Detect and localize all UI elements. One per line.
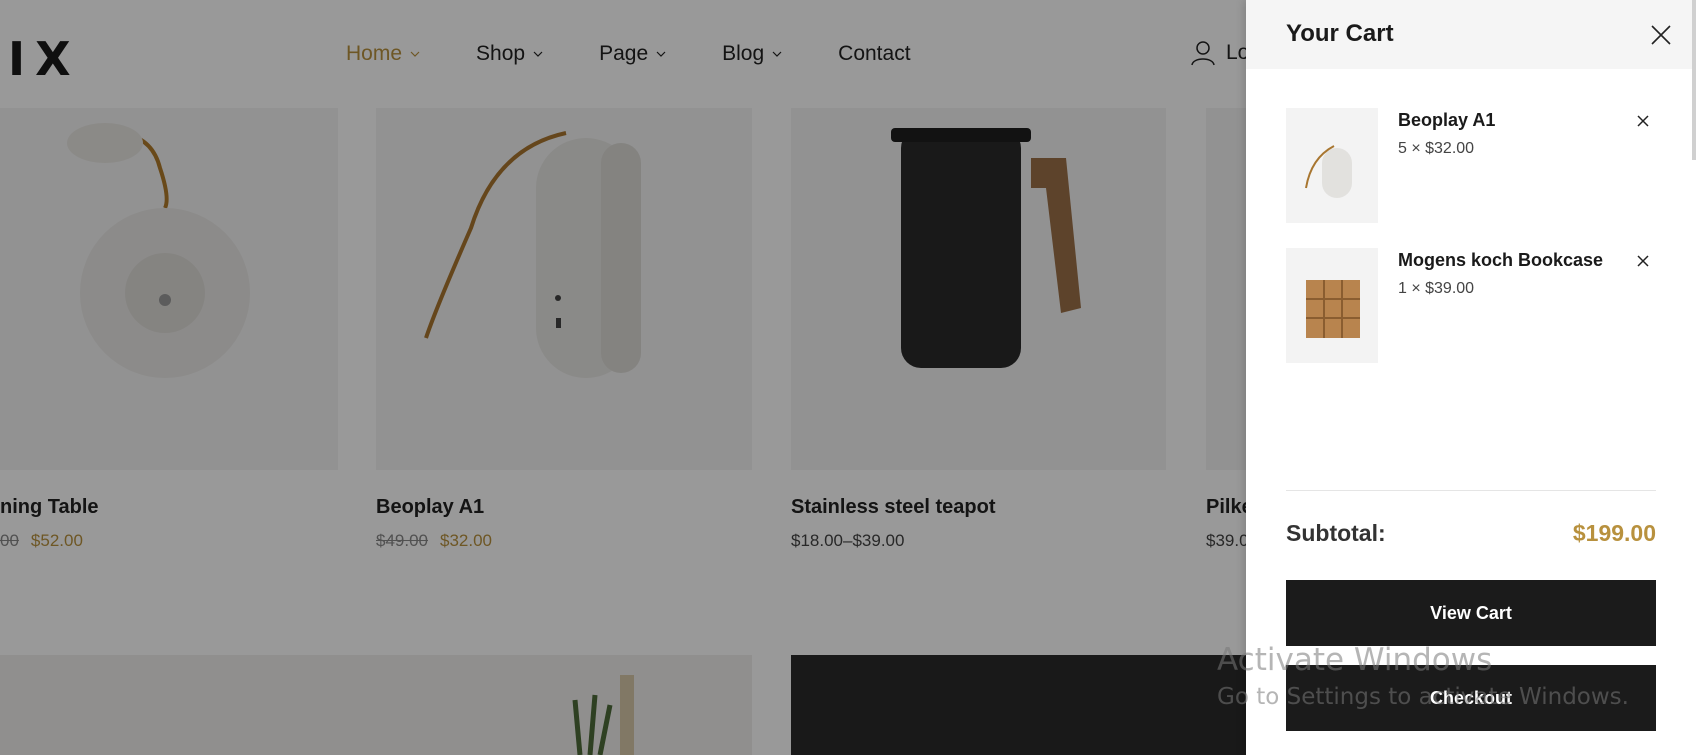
remove-item-icon[interactable] xyxy=(1636,114,1650,128)
subtotal-label: Subtotal: xyxy=(1286,520,1386,546)
subtotal-value: $199.00 xyxy=(1572,520,1656,546)
page-dim-overlay[interactable] xyxy=(0,0,1246,755)
view-cart-button[interactable]: View Cart xyxy=(1286,580,1656,646)
cart-item-qty-price: 1 × $39.00 xyxy=(1398,280,1475,297)
checkout-button[interactable]: Checkout xyxy=(1286,665,1656,731)
cart-item-image[interactable] xyxy=(1286,108,1378,223)
remove-item-icon[interactable] xyxy=(1636,254,1650,268)
scrollbar[interactable] xyxy=(1692,0,1696,160)
cart-item-qty-price: 5 × $32.00 xyxy=(1398,140,1475,157)
cart-item: Beoplay A1 5 × $32.00 xyxy=(1286,108,1656,223)
bookcase-thumb xyxy=(1306,280,1360,338)
cart-title: Your Cart xyxy=(1286,20,1394,47)
cart-drawer: Your Cart Beoplay A1 5 × $32.00 Mogens k… xyxy=(1246,0,1696,755)
cart-item-name[interactable]: Beoplay A1 xyxy=(1398,110,1495,131)
cart-item-name[interactable]: Mogens koch Bookcase xyxy=(1398,250,1603,271)
speaker-thumb xyxy=(1305,145,1352,198)
cart-header: Your Cart xyxy=(1246,0,1696,69)
cart-item-image[interactable] xyxy=(1286,248,1378,363)
close-icon[interactable] xyxy=(1648,22,1674,48)
cart-divider xyxy=(1286,490,1656,491)
cart-item: Mogens koch Bookcase 1 × $39.00 xyxy=(1286,248,1656,363)
